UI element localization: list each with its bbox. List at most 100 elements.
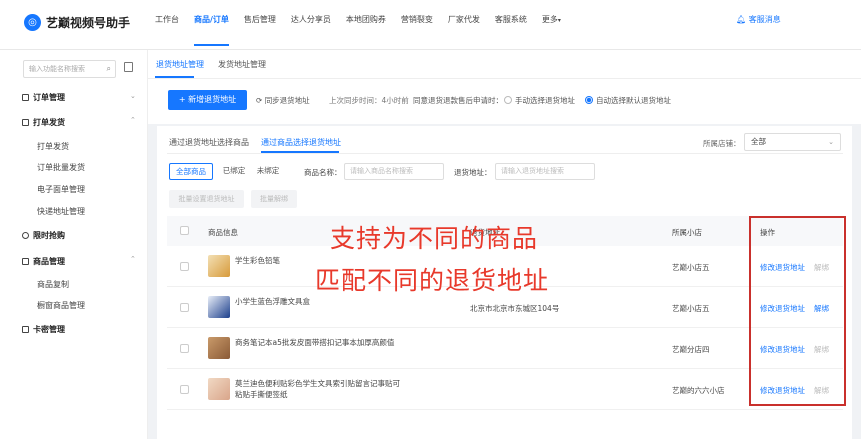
sidebar-group-label: 订单管理 — [33, 93, 65, 102]
filter-bound[interactable]: 已绑定 — [217, 163, 251, 180]
radio-auto-label: 自动选择默认退货地址 — [596, 96, 671, 105]
radio-manual-select[interactable]: 手动选择退货地址 — [504, 95, 575, 106]
product-name: 莫兰迪色便利贴彩色学生文具索引贴留言记事贴可粘贴手撕便签纸 — [235, 379, 400, 399]
sidebar-group-products[interactable]: 商品管理 — [22, 256, 65, 267]
tag-icon — [22, 258, 29, 265]
chevron-down-icon: ⌄ — [828, 138, 834, 146]
radio-on-icon — [585, 96, 593, 104]
tab-by-address[interactable]: 通过退货地址选择商品 — [169, 137, 249, 148]
sidebar-group-label: 商品管理 — [33, 257, 65, 266]
agree-label: 同意退货退款售后申请时： — [413, 96, 503, 105]
store-label: 所属店铺： — [703, 139, 741, 148]
chevron-up-icon[interactable]: ⌃ — [130, 255, 136, 263]
sidebar-item-product-copy[interactable]: 商品复制 — [37, 279, 69, 290]
store-select[interactable]: 全部 ⌄ — [744, 133, 841, 151]
service-messages-link[interactable]: 🔔︎ 客服消息 — [736, 14, 781, 25]
sync-label: 同步退货地址 — [264, 96, 310, 105]
add-return-address-button[interactable]: + 新增退货地址 — [168, 90, 247, 110]
shop-name: 艺巅的六六小店 — [672, 386, 725, 395]
nav-item-more[interactable]: 更多▾ — [542, 0, 561, 50]
select-all-checkbox[interactable] — [180, 226, 189, 235]
logo[interactable]: ◎ 艺巅视频号助手 — [24, 14, 130, 31]
sidebar: 输入功能名称搜索 ⌕ 订单管理 ⌄ 打单发货 ⌃ 打单发货 订单批量发货 电子面… — [0, 50, 148, 439]
logo-icon: ◎ — [24, 14, 41, 31]
table-row: 商务笔记本a5批发皮面带搭扣记事本加厚高颜值 艺巅分店四 修改退货地址 解绑 — [167, 328, 843, 369]
nav-item-workbench[interactable]: 工作台 — [155, 0, 179, 50]
tab-by-product[interactable]: 通过商品选择退货地址 — [261, 137, 341, 148]
sidebar-group-flash-sale[interactable]: 限时抢购 — [22, 230, 65, 241]
product-name: 小学生蓝色浮雕文具盒 — [235, 297, 310, 306]
service-messages-label: 客服消息 — [748, 15, 781, 24]
main-nav: 工作台 商品/订单 售后管理 达人分享员 本地团购券 营销裂变 厂家代发 客服系… — [155, 0, 576, 50]
tab-shipping-address[interactable]: 发货地址管理 — [218, 59, 266, 70]
row-checkbox[interactable] — [180, 303, 189, 312]
chevron-down-icon[interactable]: ⌄ — [130, 92, 136, 100]
sidebar-group-label: 卡密管理 — [33, 325, 65, 334]
sidebar-group-label: 限时抢购 — [33, 231, 65, 240]
sidebar-item-e-waybill[interactable]: 电子面单管理 — [37, 184, 85, 195]
return-address: 北京市北京市东城区104号 — [470, 304, 560, 313]
column-header-shop: 所属小店 — [672, 228, 702, 237]
product-name: 商务笔记本a5批发皮面带搭扣记事本加厚高颜值 — [235, 338, 395, 347]
nav-more-label: 更多 — [541, 15, 558, 24]
product-thumbnail-notebook — [208, 337, 230, 359]
sidebar-group-print-ship[interactable]: 打单发货 — [22, 117, 65, 128]
nav-item-dropship[interactable]: 厂家代发 — [448, 0, 480, 50]
last-sync-time: 上次同步时间：4小时前 — [329, 96, 409, 105]
tab-return-address[interactable]: 退货地址管理 — [156, 59, 204, 70]
column-header-product-info: 商品信息 — [208, 228, 238, 237]
sidebar-item-showcase[interactable]: 橱窗商品管理 — [37, 300, 85, 311]
product-name-label: 商品名称： — [304, 168, 342, 177]
row-checkbox[interactable] — [180, 385, 189, 394]
filter-all-products[interactable]: 全部商品 — [169, 163, 213, 180]
sidebar-group-card-keys[interactable]: 卡密管理 — [22, 324, 65, 335]
promo-text-line-2: 匹配不同的退货地址 — [315, 266, 550, 295]
radio-manual-label: 手动选择退货地址 — [515, 96, 575, 105]
sidebar-item-express-address[interactable]: 快递地址管理 — [37, 206, 85, 217]
product-thumbnail-sticky-notes — [208, 378, 230, 400]
sidebar-group-orders[interactable]: 订单管理 — [22, 92, 65, 103]
sidebar-search-input[interactable]: 输入功能名称搜索 ⌕ — [23, 60, 116, 78]
nav-item-customer-service[interactable]: 客服系统 — [495, 0, 527, 50]
return-address-input[interactable]: 请输入退货地址搜索 — [495, 163, 595, 180]
bell-icon: 🔔︎ — [736, 15, 747, 24]
layout-toggle-icon[interactable] — [124, 62, 133, 72]
radio-auto-select[interactable]: 自动选择默认退货地址 — [585, 95, 671, 106]
shop-name: 艺巅小店五 — [672, 304, 710, 313]
bulk-set-address-button[interactable]: 批量设置退货地址 — [169, 190, 244, 208]
nav-item-after-sales[interactable]: 售后管理 — [244, 0, 276, 50]
logo-text: 艺巅视频号助手 — [46, 16, 131, 30]
product-name-input[interactable]: 请输入商品名称搜索 — [344, 163, 444, 180]
card-icon — [22, 326, 29, 333]
sidebar-item-print-ship[interactable]: 打单发货 — [37, 141, 69, 152]
nav-item-talent-share[interactable]: 达人分享员 — [291, 0, 331, 50]
return-address-label: 退货地址： — [454, 168, 492, 177]
search-icon[interactable]: ⌕ — [107, 61, 111, 77]
caret-down-icon: ▾ — [557, 17, 561, 24]
divider — [167, 153, 843, 154]
nav-item-local-coupons[interactable]: 本地团购券 — [346, 0, 386, 50]
top-bar: ◎ 艺巅视频号助手 工作台 商品/订单 售后管理 达人分享员 本地团购券 营销裂… — [0, 0, 861, 50]
filter-unbound[interactable]: 未绑定 — [251, 163, 285, 180]
nav-item-marketing[interactable]: 营销裂变 — [401, 0, 433, 50]
sidebar-group-label: 打单发货 — [33, 118, 65, 127]
action-bar: + 新增退货地址 ⟳ 同步退货地址 上次同步时间：4小时前 同意退货退款售后申请… — [148, 78, 861, 124]
promo-text-line-1: 支持为不同的商品 — [330, 224, 539, 253]
row-checkbox[interactable] — [180, 344, 189, 353]
chevron-up-icon[interactable]: ⌃ — [130, 116, 136, 124]
row-checkbox[interactable] — [180, 262, 189, 271]
nav-item-products-orders[interactable]: 商品/订单 — [194, 0, 229, 46]
product-thumbnail-pencils — [208, 255, 230, 277]
table-row: 莫兰迪色便利贴彩色学生文具索引贴留言记事贴可粘贴手撕便签纸 艺巅的六六小店 修改… — [167, 369, 843, 410]
product-thumbnail-pencil-case — [208, 296, 230, 318]
sync-return-address-button[interactable]: ⟳ 同步退货地址 — [256, 95, 310, 106]
sidebar-item-bulk-ship[interactable]: 订单批量发货 — [37, 162, 85, 173]
bulk-unbind-button[interactable]: 批量解绑 — [251, 190, 297, 208]
highlight-box — [749, 216, 846, 406]
clock-icon — [22, 232, 29, 239]
truck-icon — [22, 119, 29, 126]
refresh-icon: ⟳ — [256, 96, 263, 105]
store-select-value: 全部 — [751, 137, 766, 146]
shop-name: 艺巅小店五 — [672, 263, 710, 272]
shop-name: 艺巅分店四 — [672, 345, 710, 354]
